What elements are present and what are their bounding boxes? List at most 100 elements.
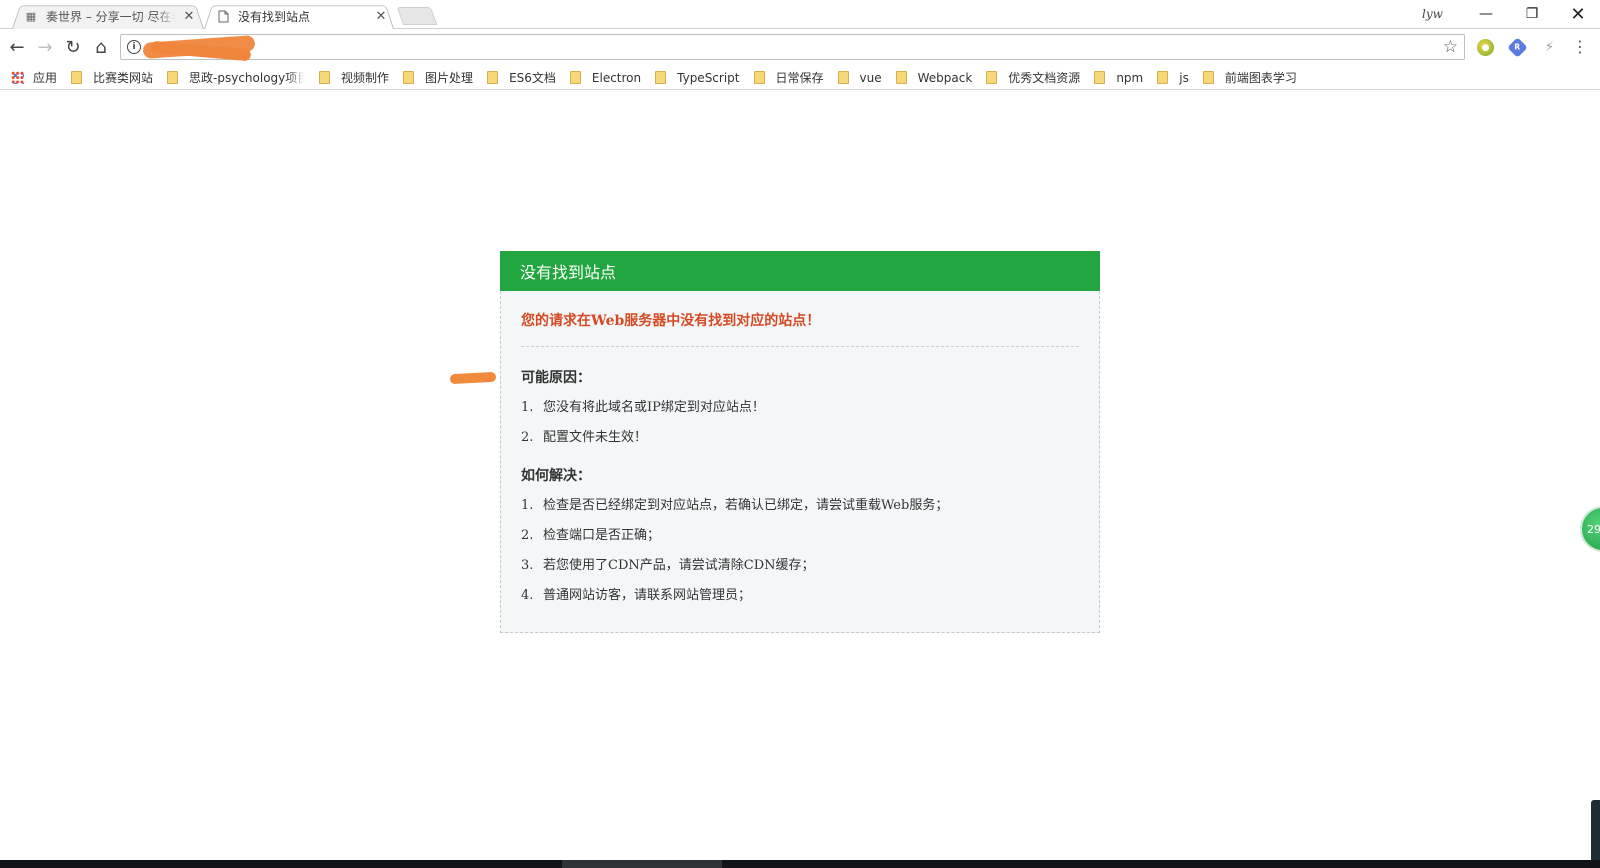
folder-icon xyxy=(167,71,179,84)
list-item: 3. 若您使用了CDN产品，请尝试清除CDN缓存； xyxy=(521,551,1079,581)
bookmark-folder[interactable]: 前端图表学习 xyxy=(1202,69,1297,86)
bookmark-folder[interactable]: Webpack xyxy=(895,70,973,85)
tab-close-icon[interactable]: ✕ xyxy=(374,9,388,24)
tab-title: 奏世界 – 分享一切 尽在奏世界 xyxy=(46,9,176,24)
list-number: 1. xyxy=(521,498,534,513)
new-tab-button[interactable] xyxy=(396,7,438,25)
bookmark-folder[interactable]: 比赛类网站 xyxy=(71,69,153,86)
bookmark-label: 优秀文档资源 xyxy=(1008,71,1081,85)
bookmark-label: TypeScript xyxy=(677,70,740,85)
reasons-title: 可能原因： xyxy=(521,370,591,386)
list-number: 4. xyxy=(521,588,534,603)
bookmark-star-icon[interactable]: ☆ xyxy=(1443,37,1458,57)
folder-icon xyxy=(1157,71,1169,84)
folder-icon xyxy=(71,71,83,84)
apps-grid-icon xyxy=(11,71,24,84)
list-number: 2. xyxy=(521,430,534,445)
home-button[interactable]: ⌂ xyxy=(90,36,112,58)
bookmark-folder[interactable]: 视频制作 xyxy=(319,69,389,86)
bookmarks-bar: 应用 比赛类网站 思政-psychology项目 视频制作 图片处理 ES6文档 Elect… xyxy=(0,66,1600,90)
bookmark-folder[interactable]: 思政-psychology项目 xyxy=(167,69,305,86)
tab-not-found[interactable]: 没有找到站点 ✕ xyxy=(204,3,394,29)
folder-icon xyxy=(986,71,998,84)
folder-icon xyxy=(895,71,907,84)
bookmark-label: 日常保存 xyxy=(775,71,824,85)
menu-icon[interactable]: ⋮ xyxy=(1572,37,1588,56)
tab-close-icon[interactable]: ✕ xyxy=(182,9,196,24)
info-icon[interactable]: i xyxy=(127,40,141,54)
list-number: 2. xyxy=(521,528,534,543)
folder-icon xyxy=(319,71,331,84)
bookmark-folder[interactable]: TypeScript xyxy=(655,70,740,85)
tab-site[interactable]: ▦ 奏世界 – 分享一切 尽在奏世界 ✕ xyxy=(12,3,204,29)
page-icon xyxy=(216,9,230,23)
bookmark-label: 思政-psychology项目 xyxy=(189,71,306,85)
site-favicon-icon: ▦ xyxy=(25,9,37,23)
annotation-mark xyxy=(449,371,497,385)
folder-icon xyxy=(655,71,667,84)
taskbar-active-item[interactable] xyxy=(562,860,722,868)
extension-icon[interactable]: ⚡ xyxy=(1541,39,1558,56)
reasons-list: 1. 您没有将此域名或IP绑定到对应站点！ 2. 配置文件未生效！ xyxy=(521,393,1079,453)
badge-count: 29 xyxy=(1587,522,1600,536)
list-item: 1. 您没有将此域名或IP绑定到对应站点！ xyxy=(521,393,1079,423)
list-text: 您没有将此域名或IP绑定到对应站点！ xyxy=(543,400,765,415)
bookmark-label: 图片处理 xyxy=(425,71,474,85)
list-item: 4. 普通网站访客，请联系网站管理员； xyxy=(521,581,1079,611)
bookmark-folder[interactable]: 优秀文档资源 xyxy=(986,69,1080,86)
bookmark-folder[interactable]: npm xyxy=(1094,71,1143,85)
list-text: 普通网站访客，请联系网站管理员； xyxy=(543,588,752,603)
bookmark-label: js xyxy=(1179,70,1189,85)
folder-icon xyxy=(569,71,581,84)
bookmark-apps[interactable]: 应用 xyxy=(11,69,57,86)
bookmark-label: Electron xyxy=(591,70,642,85)
bookmark-folder[interactable]: js xyxy=(1157,71,1189,85)
tab-strip: ▦ 奏世界 – 分享一切 尽在奏世界 ✕ 没有找到站点 ✕ lyw — ❐ ✕ xyxy=(0,0,1600,29)
folder-icon xyxy=(403,71,415,84)
folder-icon xyxy=(1094,71,1106,84)
bookmark-label: 比赛类网站 xyxy=(93,71,154,85)
bookmark-folder[interactable]: ES6文档 xyxy=(487,69,556,86)
profile-name[interactable]: lyw xyxy=(1422,7,1443,21)
address-bar[interactable]: i ☆ xyxy=(120,34,1465,62)
bookmark-folder[interactable]: Electron xyxy=(569,70,642,85)
side-widget xyxy=(1591,800,1600,862)
list-item: 1. 检查是否已经绑定到对应站点，若确认已绑定，请尝试重载Web服务； xyxy=(521,491,1079,521)
folder-icon xyxy=(487,71,499,84)
list-item: 2. 检查端口是否正确； xyxy=(521,521,1079,551)
list-text: 若您使用了CDN产品，请尝试清除CDN缓存； xyxy=(543,558,815,573)
extension-icon[interactable]: ● xyxy=(1477,39,1494,56)
close-window-button[interactable]: ✕ xyxy=(1555,0,1600,28)
extension-icon[interactable]: R xyxy=(1507,37,1528,58)
list-text: 检查端口是否正确； xyxy=(543,528,661,543)
bookmark-label: 应用 xyxy=(33,71,58,85)
floating-badge[interactable]: 29 xyxy=(1580,506,1600,552)
folder-icon xyxy=(1202,71,1214,84)
bookmark-label: 前端图表学习 xyxy=(1224,71,1297,85)
bookmark-folder[interactable]: 日常保存 xyxy=(753,69,824,86)
folder-icon xyxy=(837,71,849,84)
list-number: 1. xyxy=(521,400,534,415)
bookmark-label: ES6文档 xyxy=(509,71,556,85)
solutions-title: 如何解决： xyxy=(521,468,591,484)
bookmark-folder[interactable]: 图片处理 xyxy=(403,69,473,86)
bookmark-label: npm xyxy=(1116,70,1144,85)
bookmark-folder[interactable]: vue xyxy=(837,71,882,85)
list-text: 检查是否已经绑定到对应站点，若确认已绑定，请尝试重载Web服务； xyxy=(543,498,949,513)
solutions-list: 1. 检查是否已经绑定到对应站点，若确认已绑定，请尝试重载Web服务； 2. 检查端口… xyxy=(521,491,1079,611)
tab-title: 没有找到站点 xyxy=(238,9,311,24)
maximize-button[interactable]: ❐ xyxy=(1509,0,1555,28)
minimize-button[interactable]: — xyxy=(1463,0,1509,28)
card-header: 没有找到站点 xyxy=(500,251,1100,291)
back-button[interactable]: ← xyxy=(6,36,28,58)
list-item: 2. 配置文件未生效！ xyxy=(521,423,1079,453)
reload-button[interactable]: ↻ xyxy=(62,36,84,58)
list-text: 配置文件未生效！ xyxy=(543,430,648,445)
bookmark-label: 视频制作 xyxy=(341,71,390,85)
error-message: 您的请求在Web服务器中没有找到对应的站点！ xyxy=(521,291,1079,347)
bookmark-label: Webpack xyxy=(917,70,973,85)
forward-button[interactable]: → xyxy=(34,36,56,58)
browser-toolbar: ← → ↻ ⌂ i ☆ ● R ⚡ ⋮ xyxy=(0,29,1600,66)
error-card: 没有找到站点 您的请求在Web服务器中没有找到对应的站点！ 可能原因： 1. 您没… xyxy=(500,251,1100,633)
taskbar xyxy=(0,860,1600,868)
